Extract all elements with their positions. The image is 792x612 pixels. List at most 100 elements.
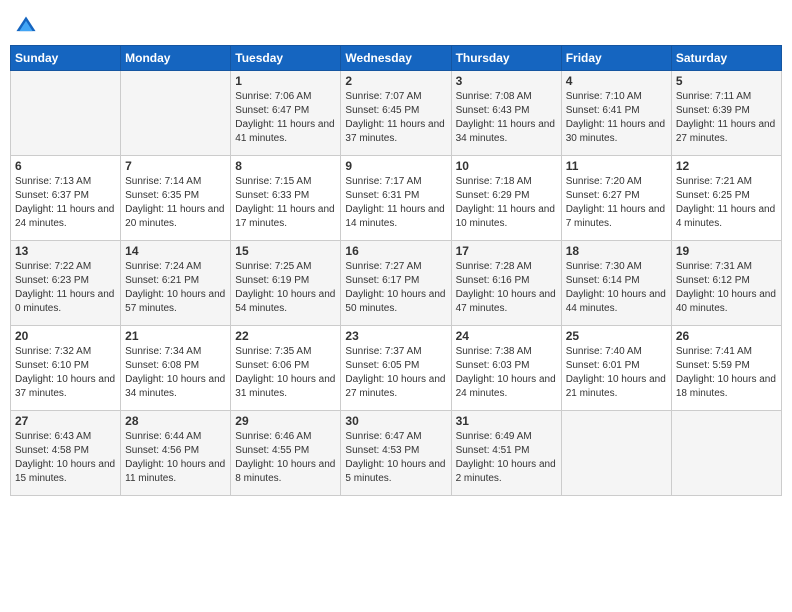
day-number: 30	[345, 414, 446, 428]
day-number: 7	[125, 159, 226, 173]
calendar-cell: 12 Sunrise: 7:21 AMSunset: 6:25 PMDayligh…	[671, 156, 781, 241]
day-detail: Sunrise: 7:38 AMSunset: 6:03 PMDaylight:…	[456, 345, 557, 401]
day-detail: Sunrise: 7:11 AMSunset: 6:39 PMDaylight:…	[676, 90, 777, 146]
day-detail: Sunrise: 7:06 AMSunset: 6:47 PMDaylight:…	[235, 90, 336, 146]
calendar-cell: 24 Sunrise: 7:38 AMSunset: 6:03 PMDayligh…	[451, 326, 561, 411]
day-detail: Sunrise: 7:25 AMSunset: 6:19 PMDaylight:…	[235, 260, 336, 316]
col-header-tuesday: Tuesday	[231, 46, 341, 71]
calendar-cell: 6 Sunrise: 7:13 AMSunset: 6:37 PMDaylight…	[11, 156, 121, 241]
logo	[15, 15, 40, 37]
day-detail: Sunrise: 7:32 AMSunset: 6:10 PMDaylight:…	[15, 345, 116, 401]
calendar-cell	[561, 411, 671, 496]
day-detail: Sunrise: 7:07 AMSunset: 6:45 PMDaylight:…	[345, 90, 446, 146]
day-detail: Sunrise: 7:40 AMSunset: 6:01 PMDaylight:…	[566, 345, 667, 401]
day-number: 20	[15, 329, 116, 343]
day-number: 25	[566, 329, 667, 343]
day-number: 16	[345, 244, 446, 258]
day-number: 12	[676, 159, 777, 173]
page-header	[10, 10, 782, 37]
day-number: 17	[456, 244, 557, 258]
day-number: 23	[345, 329, 446, 343]
day-number: 14	[125, 244, 226, 258]
day-number: 9	[345, 159, 446, 173]
day-number: 22	[235, 329, 336, 343]
calendar-cell: 2 Sunrise: 7:07 AMSunset: 6:45 PMDaylight…	[341, 71, 451, 156]
calendar-cell: 20 Sunrise: 7:32 AMSunset: 6:10 PMDayligh…	[11, 326, 121, 411]
calendar-cell	[671, 411, 781, 496]
day-number: 11	[566, 159, 667, 173]
calendar-cell: 5 Sunrise: 7:11 AMSunset: 6:39 PMDaylight…	[671, 71, 781, 156]
calendar-cell	[11, 71, 121, 156]
day-detail: Sunrise: 7:17 AMSunset: 6:31 PMDaylight:…	[345, 175, 446, 231]
calendar-cell: 21 Sunrise: 7:34 AMSunset: 6:08 PMDayligh…	[121, 326, 231, 411]
calendar-cell: 9 Sunrise: 7:17 AMSunset: 6:31 PMDaylight…	[341, 156, 451, 241]
day-number: 4	[566, 74, 667, 88]
day-number: 29	[235, 414, 336, 428]
logo-icon	[15, 15, 37, 37]
col-header-friday: Friday	[561, 46, 671, 71]
day-number: 2	[345, 74, 446, 88]
col-header-thursday: Thursday	[451, 46, 561, 71]
day-detail: Sunrise: 7:21 AMSunset: 6:25 PMDaylight:…	[676, 175, 777, 231]
calendar-cell: 30 Sunrise: 6:47 AMSunset: 4:53 PMDayligh…	[341, 411, 451, 496]
day-number: 19	[676, 244, 777, 258]
calendar-cell: 18 Sunrise: 7:30 AMSunset: 6:14 PMDayligh…	[561, 241, 671, 326]
day-number: 15	[235, 244, 336, 258]
day-number: 5	[676, 74, 777, 88]
col-header-monday: Monday	[121, 46, 231, 71]
day-detail: Sunrise: 7:08 AMSunset: 6:43 PMDaylight:…	[456, 90, 557, 146]
day-detail: Sunrise: 7:14 AMSunset: 6:35 PMDaylight:…	[125, 175, 226, 231]
calendar-cell: 27Sunrise: 6:43 AMSunset: 4:58 PMDayligh…	[11, 411, 121, 496]
calendar-cell: 1 Sunrise: 7:06 AMSunset: 6:47 PMDaylight…	[231, 71, 341, 156]
day-detail: Sunrise: 7:37 AMSunset: 6:05 PMDaylight:…	[345, 345, 446, 401]
calendar-cell: 15 Sunrise: 7:25 AMSunset: 6:19 PMDayligh…	[231, 241, 341, 326]
calendar-cell: 14 Sunrise: 7:24 AMSunset: 6:21 PMDayligh…	[121, 241, 231, 326]
day-number: 8	[235, 159, 336, 173]
calendar-cell: 31 Sunrise: 6:49 AMSunset: 4:51 PMDayligh…	[451, 411, 561, 496]
day-number: 24	[456, 329, 557, 343]
col-header-saturday: Saturday	[671, 46, 781, 71]
calendar-cell: 11 Sunrise: 7:20 AMSunset: 6:27 PMDayligh…	[561, 156, 671, 241]
day-detail: Sunrise: 7:24 AMSunset: 6:21 PMDaylight:…	[125, 260, 226, 316]
calendar-cell: 19Sunrise: 7:31 AMSunset: 6:12 PMDayligh…	[671, 241, 781, 326]
day-number: 21	[125, 329, 226, 343]
calendar-cell: 17 Sunrise: 7:28 AMSunset: 6:16 PMDayligh…	[451, 241, 561, 326]
day-detail: Sunrise: 7:41 AMSunset: 5:59 PMDaylight:…	[676, 345, 777, 401]
day-detail: Sunrise: 7:13 AMSunset: 6:37 PMDaylight:…	[15, 175, 116, 231]
day-detail: Sunrise: 7:28 AMSunset: 6:16 PMDaylight:…	[456, 260, 557, 316]
calendar-cell: 8 Sunrise: 7:15 AMSunset: 6:33 PMDaylight…	[231, 156, 341, 241]
day-detail: Sunrise: 7:35 AMSunset: 6:06 PMDaylight:…	[235, 345, 336, 401]
calendar-cell: 10Sunrise: 7:18 AMSunset: 6:29 PMDayligh…	[451, 156, 561, 241]
day-number: 13	[15, 244, 116, 258]
calendar-cell: 3 Sunrise: 7:08 AMSunset: 6:43 PMDaylight…	[451, 71, 561, 156]
calendar-cell: 16 Sunrise: 7:27 AMSunset: 6:17 PMDayligh…	[341, 241, 451, 326]
calendar-cell: 25 Sunrise: 7:40 AMSunset: 6:01 PMDayligh…	[561, 326, 671, 411]
calendar-cell: 13 Sunrise: 7:22 AMSunset: 6:23 PMDayligh…	[11, 241, 121, 326]
day-detail: Sunrise: 7:15 AMSunset: 6:33 PMDaylight:…	[235, 175, 336, 231]
calendar-cell: 28Sunrise: 6:44 AMSunset: 4:56 PMDayligh…	[121, 411, 231, 496]
day-detail: Sunrise: 7:20 AMSunset: 6:27 PMDaylight:…	[566, 175, 667, 231]
day-number: 3	[456, 74, 557, 88]
calendar-cell	[121, 71, 231, 156]
day-detail: Sunrise: 7:27 AMSunset: 6:17 PMDaylight:…	[345, 260, 446, 316]
day-number: 6	[15, 159, 116, 173]
calendar-cell: 29Sunrise: 6:46 AMSunset: 4:55 PMDayligh…	[231, 411, 341, 496]
calendar-cell: 4 Sunrise: 7:10 AMSunset: 6:41 PMDaylight…	[561, 71, 671, 156]
day-detail: Sunrise: 7:22 AMSunset: 6:23 PMDaylight:…	[15, 260, 116, 316]
day-number: 31	[456, 414, 557, 428]
day-number: 28	[125, 414, 226, 428]
day-detail: Sunrise: 7:30 AMSunset: 6:14 PMDaylight:…	[566, 260, 667, 316]
calendar-cell: 26 Sunrise: 7:41 AMSunset: 5:59 PMDayligh…	[671, 326, 781, 411]
day-detail: Sunrise: 6:47 AMSunset: 4:53 PMDaylight:…	[345, 430, 446, 486]
calendar-cell: 23 Sunrise: 7:37 AMSunset: 6:05 PMDayligh…	[341, 326, 451, 411]
col-header-sunday: Sunday	[11, 46, 121, 71]
day-number: 1	[235, 74, 336, 88]
calendar-table: SundayMondayTuesdayWednesdayThursdayFrid…	[10, 45, 782, 496]
day-number: 26	[676, 329, 777, 343]
day-number: 18	[566, 244, 667, 258]
day-number: 10	[456, 159, 557, 173]
calendar-cell: 22 Sunrise: 7:35 AMSunset: 6:06 PMDayligh…	[231, 326, 341, 411]
day-detail: Sunrise: 7:10 AMSunset: 6:41 PMDaylight:…	[566, 90, 667, 146]
day-detail: Sunrise: 6:49 AMSunset: 4:51 PMDaylight:…	[456, 430, 557, 486]
day-detail: Sunrise: 7:34 AMSunset: 6:08 PMDaylight:…	[125, 345, 226, 401]
